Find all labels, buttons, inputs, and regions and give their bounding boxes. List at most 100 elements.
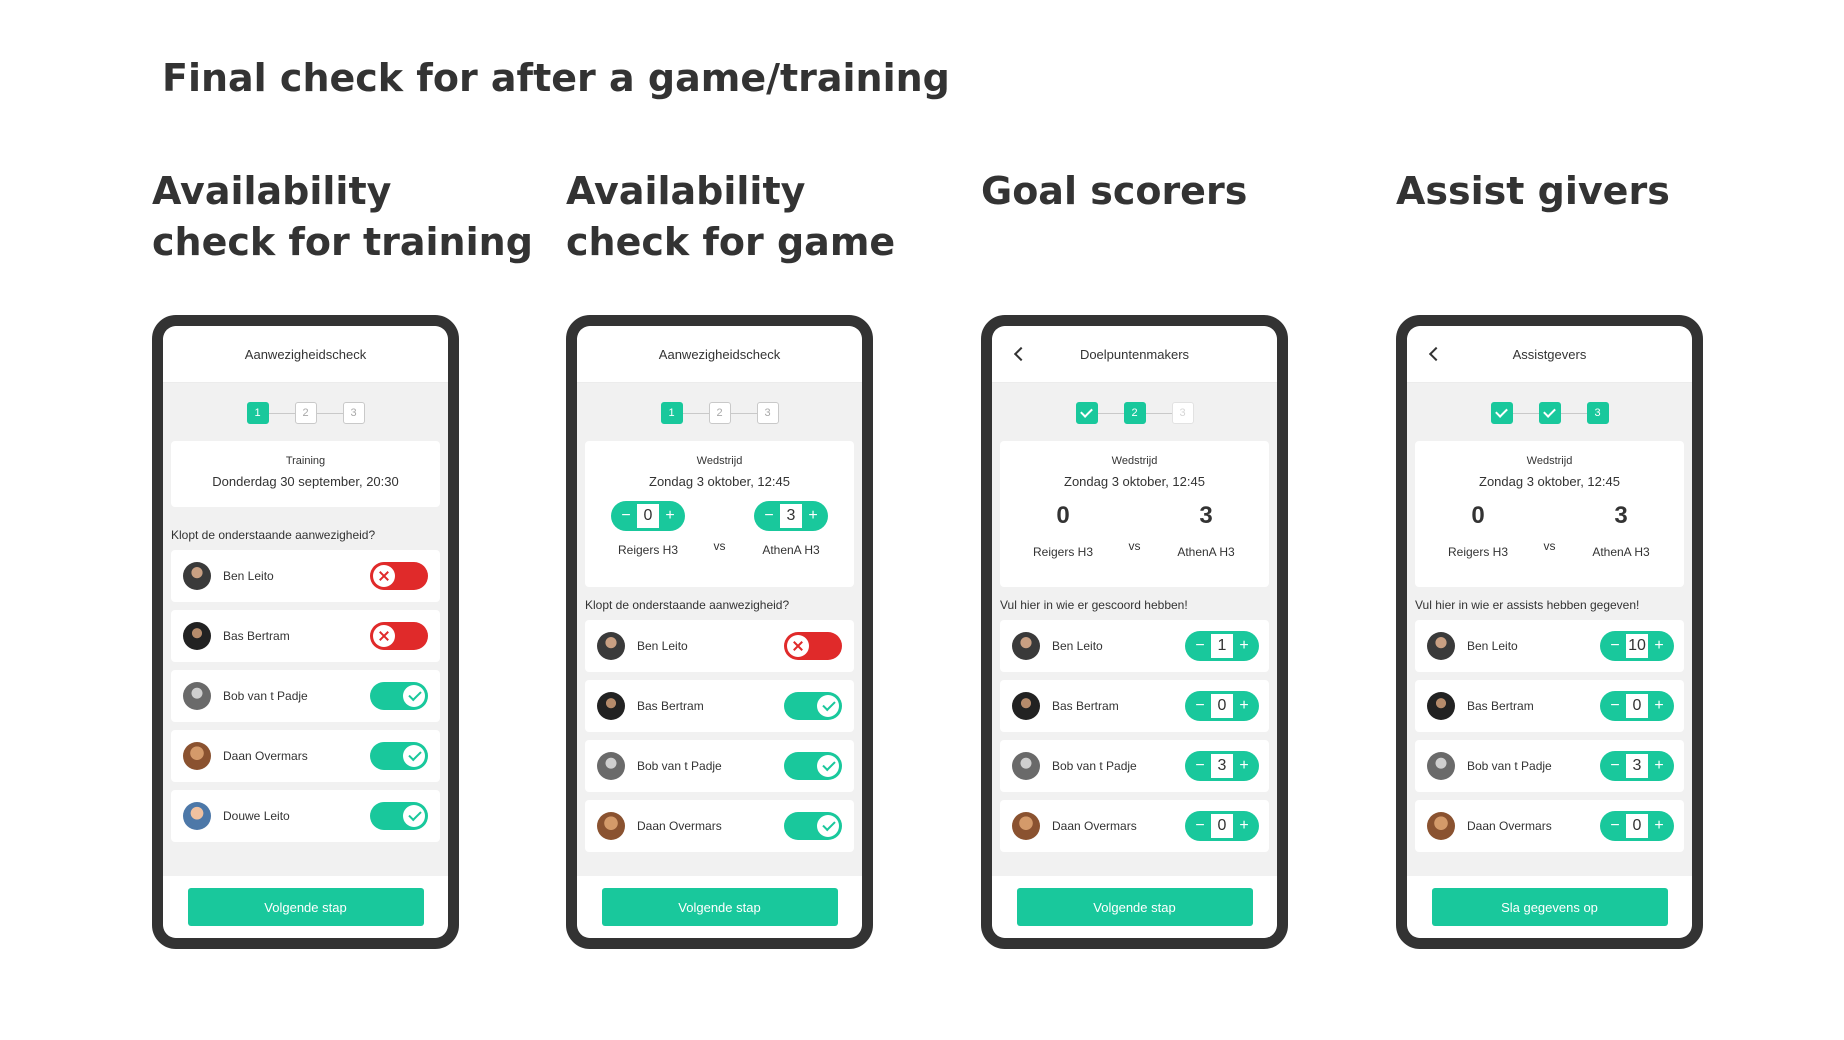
next-step-button[interactable]: Volgende stap — [1016, 888, 1253, 926]
plus-icon[interactable]: + — [1648, 751, 1670, 781]
goal-count-stepper[interactable]: − 0 + — [1185, 811, 1259, 841]
save-data-button[interactable]: Sla gegevens op — [1431, 888, 1668, 926]
goal-count-value[interactable]: 3 — [1211, 754, 1233, 778]
plus-icon[interactable]: + — [1233, 751, 1255, 781]
goal-count-value[interactable]: 0 — [1211, 814, 1233, 838]
avatar — [1427, 632, 1455, 660]
goal-count-value[interactable]: 0 — [1211, 694, 1233, 718]
step-3[interactable]: 3 — [1586, 402, 1609, 424]
assist-count-value[interactable]: 0 — [1626, 814, 1648, 838]
step-connector — [682, 412, 709, 414]
availability-toggle[interactable] — [370, 622, 428, 650]
minus-icon[interactable]: − — [1189, 631, 1211, 661]
plus-icon[interactable]: + — [1233, 811, 1255, 841]
player-name: Ben Leito — [223, 569, 274, 583]
step-3[interactable]: 3 — [756, 402, 779, 424]
screen-title: Aanwezigheidscheck — [658, 346, 781, 362]
home-score-stepper[interactable]: − 0 + — [611, 501, 685, 531]
list-item: Ben Leito — [585, 620, 854, 672]
next-step-button[interactable]: Volgende stap — [601, 888, 838, 926]
phone-screen: Assistgevers 3 Wedstrijd Zondag 3 oktobe… — [1407, 326, 1692, 938]
availability-toggle[interactable] — [370, 562, 428, 590]
plus-icon[interactable]: + — [802, 501, 824, 531]
away-team: 3 AthenA H3 — [1566, 489, 1676, 559]
step-1[interactable]: 1 — [246, 402, 269, 424]
avatar — [1012, 692, 1040, 720]
minus-icon[interactable]: − — [1604, 811, 1626, 841]
list-item: Daan Overmars − 0 + — [1415, 800, 1684, 852]
score-row: − 0 + Reigers H3 vs − 3 + AthenA H3 — [585, 489, 854, 579]
minus-icon[interactable]: − — [1189, 751, 1211, 781]
minus-icon[interactable]: − — [615, 501, 637, 531]
away-score-value[interactable]: 3 — [780, 504, 802, 528]
home-team-name: Reigers H3 — [1032, 545, 1094, 559]
availability-toggle[interactable] — [784, 812, 842, 840]
availability-toggle[interactable] — [370, 742, 428, 770]
assist-count-stepper[interactable]: − 3 + — [1600, 751, 1674, 781]
step-1-done[interactable] — [1075, 402, 1098, 424]
check-icon — [822, 757, 836, 772]
event-type: Wedstrijd — [1526, 455, 1573, 467]
step-2[interactable]: 2 — [1123, 402, 1146, 424]
minus-icon[interactable]: − — [1604, 751, 1626, 781]
assist-count-stepper[interactable]: − 0 + — [1600, 691, 1674, 721]
column-title-training: Availability check for training — [152, 169, 533, 264]
plus-icon[interactable]: + — [1233, 691, 1255, 721]
goal-count-stepper[interactable]: − 0 + — [1185, 691, 1259, 721]
back-arrow-icon[interactable] — [1013, 346, 1029, 362]
phone-screen: Aanwezigheidscheck 1 2 3 Wedstrijd Zonda… — [577, 326, 862, 938]
assist-count-value[interactable]: 3 — [1626, 754, 1648, 778]
event-type: Training — [285, 455, 326, 467]
page-title: Final check for after a game/training — [162, 56, 950, 100]
minus-icon[interactable]: − — [758, 501, 780, 531]
list-item: Daan Overmars − 0 + — [1000, 800, 1269, 852]
plus-icon[interactable]: + — [1648, 631, 1670, 661]
step-1[interactable]: 1 — [660, 402, 683, 424]
availability-toggle[interactable] — [784, 632, 842, 660]
next-step-button[interactable]: Volgende stap — [187, 888, 424, 926]
goal-count-stepper[interactable]: − 3 + — [1185, 751, 1259, 781]
minus-icon[interactable]: − — [1189, 691, 1211, 721]
assist-count-value[interactable]: 10 — [1626, 634, 1648, 658]
step-3[interactable]: 3 — [1171, 402, 1194, 424]
plus-icon[interactable]: + — [1648, 691, 1670, 721]
minus-icon[interactable]: − — [1604, 691, 1626, 721]
home-team: 0 Reigers H3 — [1423, 489, 1533, 559]
list-item: Ben Leito — [171, 550, 440, 602]
player-name: Ben Leito — [1467, 639, 1518, 653]
step-connector — [268, 412, 295, 414]
assist-count-stepper[interactable]: − 10 + — [1600, 631, 1674, 661]
player-list: Ben Leito Bas Bertram Bob van t Padje Da… — [585, 620, 854, 860]
away-score-stepper[interactable]: − 3 + — [754, 501, 828, 531]
step-1-done[interactable] — [1490, 402, 1513, 424]
event-date: Zondag 3 oktober, 12:45 — [649, 474, 790, 489]
availability-toggle[interactable] — [370, 682, 428, 710]
back-arrow-icon[interactable] — [1428, 346, 1444, 362]
home-score-value[interactable]: 0 — [637, 504, 659, 528]
avatar — [1012, 812, 1040, 840]
match-info-card: Wedstrijd Zondag 3 oktober, 12:45 − 0 + … — [585, 441, 854, 587]
plus-icon[interactable]: + — [1648, 811, 1670, 841]
minus-icon[interactable]: − — [1189, 811, 1211, 841]
event-type: Wedstrijd — [1111, 455, 1158, 467]
minus-icon[interactable]: − — [1604, 631, 1626, 661]
availability-toggle[interactable] — [370, 802, 428, 830]
step-2[interactable]: 2 — [708, 402, 731, 424]
assist-count-stepper[interactable]: − 0 + — [1600, 811, 1674, 841]
step-2-done[interactable] — [1538, 402, 1561, 424]
avatar — [597, 812, 625, 840]
availability-toggle[interactable] — [784, 692, 842, 720]
screen-footer: Sla gegevens op — [1407, 876, 1692, 938]
check-icon — [822, 817, 836, 832]
plus-icon[interactable]: + — [659, 501, 681, 531]
assist-count-value[interactable]: 0 — [1626, 694, 1648, 718]
away-team: 3 AthenA H3 — [1151, 489, 1261, 559]
availability-toggle[interactable] — [784, 752, 842, 780]
home-team: 0 Reigers H3 — [1008, 489, 1118, 559]
plus-icon[interactable]: + — [1233, 631, 1255, 661]
avatar — [1012, 632, 1040, 660]
goal-count-value[interactable]: 1 — [1211, 634, 1233, 658]
step-3[interactable]: 3 — [342, 402, 365, 424]
goal-count-stepper[interactable]: − 1 + — [1185, 631, 1259, 661]
step-2[interactable]: 2 — [294, 402, 317, 424]
